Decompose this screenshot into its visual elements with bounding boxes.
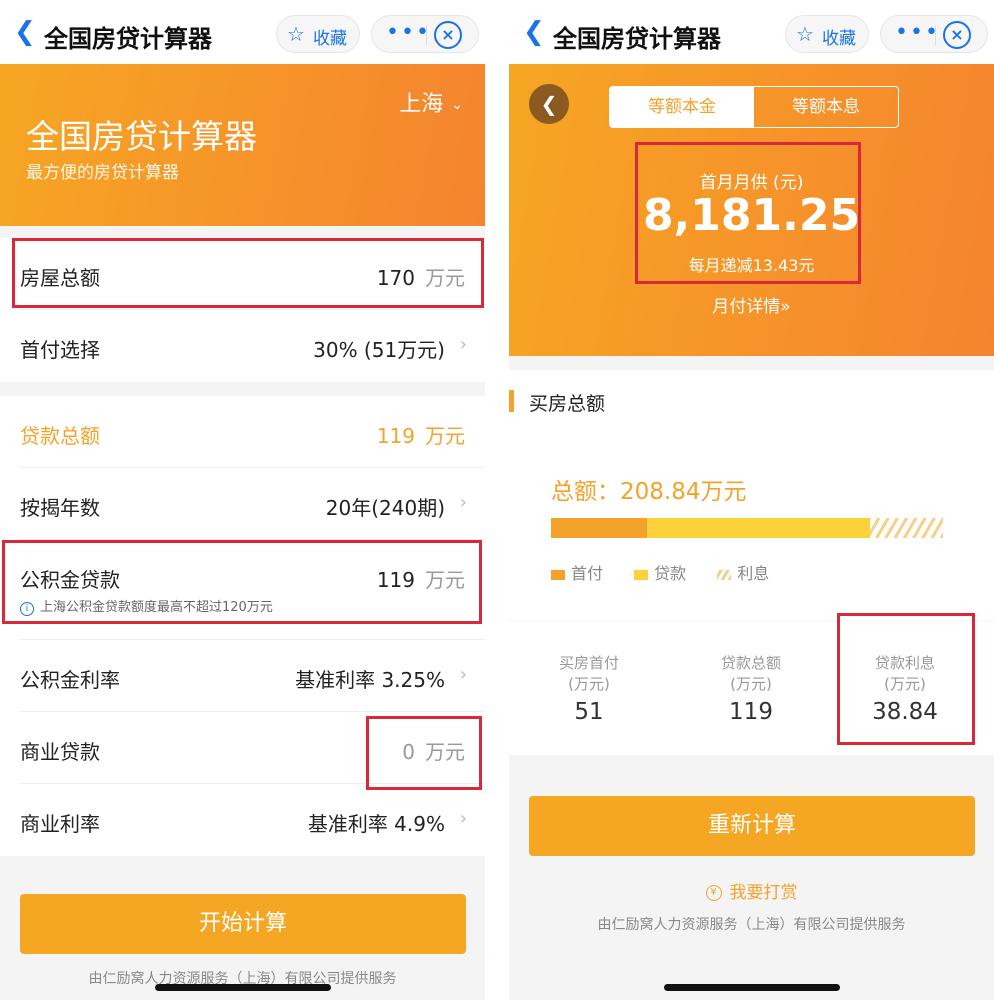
stat-loan-total: 贷款总额 (万元) 119 — [671, 621, 831, 725]
total-breakdown: 总额：208.84万元 首付 贷款 利息 — [509, 432, 994, 620]
home-indicator[interactable] — [155, 984, 331, 991]
tab-equal-installment[interactable]: 等额本息 — [754, 87, 898, 127]
legend-item-loan: 贷款 — [634, 560, 686, 584]
close-icon[interactable]: × — [943, 21, 971, 49]
loan-total-label: 贷款总额 — [20, 424, 100, 448]
loan-total-value: 119 — [376, 424, 415, 448]
section-accent-bar — [509, 390, 514, 412]
highlight-box — [837, 613, 975, 745]
start-calculate-button[interactable]: 开始计算 — [20, 894, 466, 954]
nav-title: 全国房贷计算器 — [44, 25, 212, 53]
loan-total-unit: 万元 — [425, 424, 465, 448]
favorite-button[interactable]: ☆ 收藏 — [785, 15, 869, 53]
chevron-right-icon: › — [459, 334, 467, 355]
favorite-label: 收藏 — [313, 29, 347, 49]
more-icon[interactable]: ••• — [895, 20, 940, 46]
star-icon: ☆ — [287, 22, 305, 46]
loan-total-value-group: 119 万元 — [377, 420, 465, 449]
star-icon: ☆ — [796, 22, 814, 46]
years-label: 按揭年数 — [20, 496, 100, 520]
calculator-result-screen: ❮ 全国房贷计算器 ☆ 收藏 ••• × ❮ 等额本金 等额本息 首月月供 (元… — [509, 0, 994, 1000]
commercial-loan-label: 商业贷款 — [20, 740, 100, 764]
chevron-down-icon: ⌄ — [451, 97, 463, 113]
fund-rate-value: 基准利率 3.25% — [295, 668, 445, 692]
legend-item-interest: 利息 — [717, 560, 769, 584]
stat-label: 买房首付 — [558, 654, 619, 672]
stat-value: 51 — [574, 699, 604, 725]
tab-equal-principal[interactable]: 等额本金 — [610, 87, 754, 127]
more-icon[interactable]: ••• — [386, 20, 431, 46]
chevron-right-icon: › — [459, 492, 467, 513]
stat-label: 贷款总额 — [720, 654, 781, 672]
highlight-box — [12, 238, 484, 308]
capsule-menu: ••• × — [880, 15, 988, 53]
chevron-right-icon: › — [459, 808, 467, 829]
chevron-right-icon: › — [459, 664, 467, 685]
recalculate-button[interactable]: 重新计算 — [529, 796, 975, 856]
years-value: 20年(240期) — [325, 496, 445, 520]
fund-rate-label: 公积金利率 — [20, 668, 120, 692]
stat-unit: (万元) — [568, 675, 610, 693]
legend-swatch — [634, 569, 649, 580]
city-label: 上海 — [399, 92, 444, 117]
repayment-method-toggle: 等额本金 等额本息 — [609, 86, 899, 128]
coin-icon: ¥ — [705, 885, 722, 901]
back-circle-icon[interactable]: ❮ — [529, 84, 569, 124]
top-nav-bar: ❮ 全国房贷计算器 ☆ 收藏 ••• × — [509, 0, 994, 64]
back-icon[interactable]: ❮ — [523, 18, 545, 46]
commercial-rate-row[interactable]: 商业利率 基准利率 4.9% › — [0, 784, 485, 856]
top-nav-bar: ❮ 全国房贷计算器 ☆ 收藏 ••• × — [0, 0, 485, 64]
bar-segment-interest — [870, 518, 943, 538]
capsule-divider — [935, 25, 936, 45]
legend-label: 贷款 — [654, 564, 687, 583]
fund-rate-row[interactable]: 公积金利率 基准利率 3.25% › — [0, 640, 485, 712]
legend-label: 利息 — [737, 564, 770, 583]
down-payment-value: 30% (51万元) — [313, 338, 445, 362]
close-icon[interactable]: × — [434, 21, 462, 49]
provider-footer: 由仁励窝人力资源服务（上海）有限公司提供服务 — [597, 917, 906, 933]
years-row[interactable]: 按揭年数 20年(240期) › — [0, 468, 485, 540]
bar-segment-loan — [646, 518, 871, 538]
bar-segment-down-payment — [551, 518, 647, 538]
total-amount: 总额：208.84万元 — [551, 479, 747, 505]
banner-title: 全国房贷计算器 — [26, 117, 257, 156]
legend-item-down-payment: 首付 — [551, 560, 603, 584]
home-indicator[interactable] — [664, 984, 840, 991]
header-banner: 上海 ⌄ 全国房贷计算器 最方便的房贷计算器 — [0, 64, 485, 226]
result-banner: ❮ 等额本金 等额本息 首月月供 (元) 8,181.25 每月递减13.43元… — [509, 64, 994, 356]
section-title: 买房总额 — [529, 393, 606, 415]
stat-down-payment: 买房首付 (万元) 51 — [509, 621, 669, 725]
down-payment-label: 首付选择 — [20, 338, 100, 362]
stat-unit: (万元) — [730, 675, 772, 693]
city-selector[interactable]: 上海 ⌄ — [399, 86, 463, 118]
highlight-box — [635, 142, 861, 284]
down-payment-row[interactable]: 首付选择 30% (51万元) › — [0, 310, 485, 382]
capsule-divider — [426, 25, 427, 45]
tip-link[interactable]: ¥ 我要打赏 — [509, 878, 994, 903]
highlight-box — [366, 716, 482, 790]
section-header: 买房总额 — [509, 370, 994, 433]
summary-stats: 买房首付 (万元) 51 贷款总额 (万元) 119 贷款利息 (万元) 38.… — [509, 613, 994, 755]
highlight-box — [2, 540, 482, 624]
back-icon[interactable]: ❮ — [14, 18, 36, 46]
banner-subtitle: 最方便的房贷计算器 — [26, 163, 179, 183]
commercial-rate-value: 基准利率 4.9% — [307, 812, 445, 836]
payment-detail-link[interactable]: 月付详情» — [509, 292, 994, 317]
composition-bar — [551, 518, 943, 538]
calculator-input-screen: ❮ 全国房贷计算器 ☆ 收藏 ••• × 上海 ⌄ 全国房贷计算器 最方便的房贷计… — [0, 0, 485, 1000]
commercial-rate-label: 商业利率 — [20, 812, 100, 836]
bar-legend: 首付 贷款 利息 — [551, 560, 795, 584]
stat-value: 119 — [729, 699, 773, 725]
favorite-label: 收藏 — [822, 29, 856, 49]
favorite-button[interactable]: ☆ 收藏 — [276, 15, 360, 53]
legend-swatch — [717, 569, 732, 580]
loan-total-row: 贷款总额 119 万元 — [0, 396, 485, 468]
legend-label: 首付 — [571, 564, 604, 583]
legend-swatch — [551, 569, 565, 580]
nav-title: 全国房贷计算器 — [553, 25, 721, 53]
tip-label: 我要打赏 — [729, 883, 798, 903]
capsule-menu: ••• × — [371, 15, 479, 53]
